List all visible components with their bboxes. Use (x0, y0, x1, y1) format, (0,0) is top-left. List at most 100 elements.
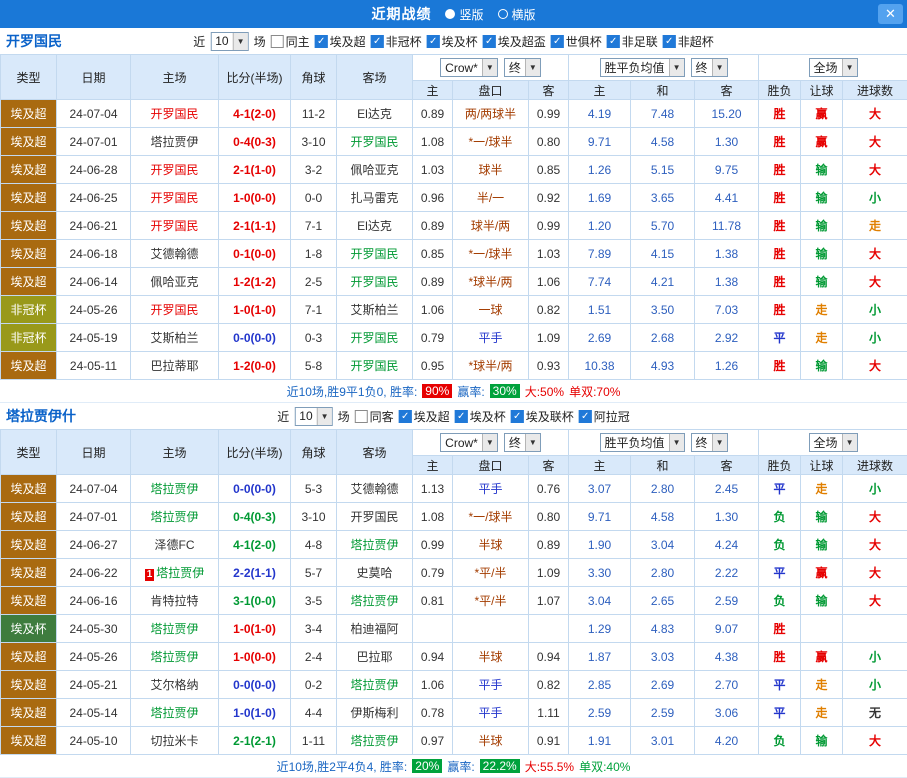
home-team: 佩哈亚克 (131, 268, 219, 296)
away-team: 开罗国民 (337, 503, 413, 531)
home-team-name: 塔拉贾伊 (150, 622, 198, 636)
euro-odds-select[interactable]: 胜平负均值▼ (600, 433, 685, 452)
league-filter[interactable]: ✓埃及杯 (455, 408, 506, 425)
away-team-name: 开罗国民 (350, 135, 398, 149)
home-team: 塔拉贾伊 (131, 128, 219, 156)
league-filter[interactable]: ✓非冠杯 (371, 33, 422, 50)
league-filter[interactable]: ✓埃及超 (399, 408, 450, 425)
euro-draw-odds: 2.68 (631, 324, 695, 352)
home-team: 开罗国民 (131, 156, 219, 184)
handicap-line: *一/球半 (453, 503, 529, 531)
euro-stage-select[interactable]: 终▼ (691, 433, 728, 452)
match-row: 非冠杯24-05-26开罗国民1-0(1-0)7-1艾斯柏兰1.06一球0.82… (1, 296, 907, 324)
league-filter[interactable]: ✓阿拉冠 (579, 408, 630, 425)
corner-score: 11-2 (291, 100, 337, 128)
checkbox-icon: ✓ (315, 35, 328, 48)
home-team: 开罗国民 (131, 212, 219, 240)
result-cell: 负 (759, 727, 801, 755)
euro-home-odds: 9.71 (569, 128, 631, 156)
league-filter[interactable]: ✓非超杯 (663, 33, 714, 50)
summary-part: 大:55.5% (525, 758, 574, 775)
handicap-line (453, 615, 529, 643)
away-team-name: 佩哈亚克 (350, 163, 398, 177)
recent-count-select[interactable]: 10▼ (294, 407, 332, 426)
scope-select[interactable]: 全场▼ (809, 58, 858, 77)
euro-home-odds: 2.85 (569, 671, 631, 699)
same-venue-filter[interactable]: 同主 (271, 33, 310, 50)
summary-part: 近10场,胜9平1负0, 胜率: (287, 383, 418, 400)
euro-home-odds: 1.26 (569, 156, 631, 184)
goals-result-cell: 大 (843, 727, 907, 755)
match-row: 埃及超24-07-01塔拉贾伊0-4(0-3)3-10开罗国民1.08*一/球半… (1, 128, 907, 156)
col-header-handicap-result: 让球 (801, 81, 843, 100)
league-filter[interactable]: ✓非足联 (607, 33, 658, 50)
match-row: 埃及超24-05-10切拉米卡2-1(2-1)1-11塔拉贾伊0.97半球0.9… (1, 727, 907, 755)
handicap-result-cell: 输 (801, 268, 843, 296)
col-header-handicap-result: 让球 (801, 456, 843, 475)
close-button[interactable]: ✕ (878, 4, 903, 24)
euro-draw-odds: 4.15 (631, 240, 695, 268)
goals-result-cell: 小 (843, 184, 907, 212)
league-filter[interactable]: ✓世俱杯 (551, 33, 602, 50)
corner-score: 4-8 (291, 531, 337, 559)
league-type-cell: 非冠杯 (1, 324, 57, 352)
match-date: 24-06-21 (57, 212, 131, 240)
checkbox-icon: ✓ (551, 35, 564, 48)
scope-select[interactable]: 全场▼ (809, 433, 858, 452)
layout-radio-horizontal[interactable]: 横版 (498, 6, 536, 23)
home-team-name: 艾德翰德 (150, 247, 198, 261)
match-date: 24-06-28 (57, 156, 131, 184)
result-cell: 胜 (759, 184, 801, 212)
result-cell: 负 (759, 531, 801, 559)
match-row: 埃及超24-05-11巴拉蒂耶1-2(0-0)5-8开罗国民0.95*球半/两0… (1, 352, 907, 380)
match-row: 埃及超24-05-14塔拉贾伊1-0(1-0)4-4伊斯梅利0.78平手1.11… (1, 699, 907, 727)
odds-company-select[interactable]: Crow*▼ (440, 433, 498, 452)
away-team: 佩哈亚克 (337, 156, 413, 184)
asian-home-odds: 0.85 (413, 240, 453, 268)
match-date: 24-05-26 (57, 643, 131, 671)
league-type-cell: 埃及超 (1, 128, 57, 156)
euro-home-odds: 2.59 (569, 699, 631, 727)
home-team-name: 艾斯柏兰 (150, 331, 198, 345)
filters: 近10▼场同主✓埃及超✓非冠杯✓埃及杯✓埃及超盃✓世俱杯✓非足联✓非超杯 (193, 32, 714, 51)
handicap-result-cell: 赢 (801, 100, 843, 128)
odds-stage-select[interactable]: 终▼ (504, 58, 541, 77)
league-type-cell: 埃及超 (1, 156, 57, 184)
recent-count-select[interactable]: 10▼ (210, 32, 248, 51)
league-filter[interactable]: ✓埃及联杯 (511, 408, 574, 425)
odds-company-select[interactable]: Crow*▼ (440, 58, 498, 77)
euro-stage-select[interactable]: 终▼ (691, 58, 728, 77)
league-filter[interactable]: ✓埃及超盃 (483, 33, 546, 50)
dropdown-arrow-icon: ▼ (525, 434, 540, 451)
match-score: 1-0(1-0) (219, 615, 291, 643)
away-team: El达克 (337, 212, 413, 240)
home-team-name: 塔拉贾伊 (156, 566, 204, 580)
match-date: 24-05-30 (57, 615, 131, 643)
league-filter[interactable]: ✓埃及杯 (427, 33, 478, 50)
league-filter[interactable]: ✓埃及超 (315, 33, 366, 50)
asian-home-odds: 0.79 (413, 559, 453, 587)
euro-home-odds: 1.87 (569, 643, 631, 671)
same-venue-filter[interactable]: 同客 (355, 408, 394, 425)
col-header-corner: 角球 (291, 55, 337, 100)
league-type-cell: 埃及超 (1, 184, 57, 212)
match-row: 埃及超24-05-21艾尔格纳0-0(0-0)0-2塔拉贾伊1.06平手0.82… (1, 671, 907, 699)
asian-home-odds: 0.81 (413, 587, 453, 615)
match-score: 1-0(0-0) (219, 643, 291, 671)
handicap-line: 半/一 (453, 184, 529, 212)
asian-home-odds: 0.89 (413, 212, 453, 240)
corner-score: 3-4 (291, 615, 337, 643)
handicap-result-cell (801, 615, 843, 643)
summary-part: 赢率: (457, 383, 484, 400)
handicap-result-cell: 输 (801, 727, 843, 755)
match-date: 24-07-01 (57, 128, 131, 156)
goals-result-cell (843, 615, 907, 643)
home-team: 塔拉贾伊 (131, 503, 219, 531)
match-date: 24-06-27 (57, 531, 131, 559)
handicap-result-cell: 走 (801, 699, 843, 727)
odds-stage-select[interactable]: 终▼ (504, 433, 541, 452)
red-card-badge: 1 (145, 569, 155, 581)
euro-odds-select[interactable]: 胜平负均值▼ (600, 58, 685, 77)
asian-away-odds: 0.92 (529, 184, 569, 212)
layout-radio-vertical[interactable]: 竖版 (445, 6, 483, 23)
